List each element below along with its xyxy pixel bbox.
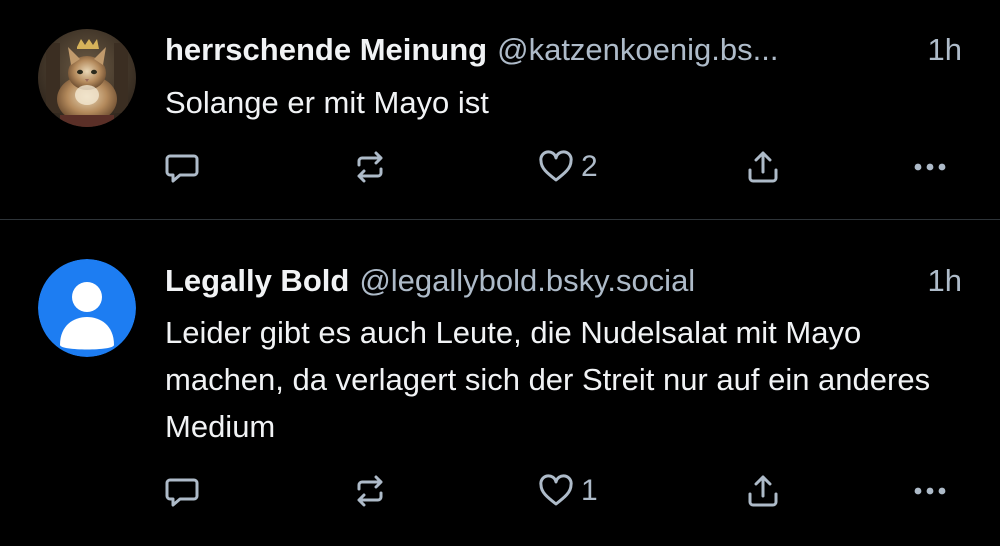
post-item[interactable]: Legally Bold @legallybold.bsky.social 1h… xyxy=(0,220,1000,546)
repost-icon xyxy=(357,151,383,183)
more-options-button[interactable] xyxy=(910,142,950,192)
post-text: Solange er mit Mayo ist xyxy=(165,85,489,120)
like-count: 1 xyxy=(581,474,598,507)
repost-icon xyxy=(357,475,383,507)
author-display-name[interactable]: Legally Bold xyxy=(165,259,349,303)
share-button[interactable] xyxy=(744,466,782,516)
share-icon xyxy=(748,151,778,183)
author-handle[interactable]: @legallybold.bsky.social xyxy=(359,259,907,303)
heart-icon xyxy=(539,474,573,506)
like-count: 2 xyxy=(581,150,598,183)
heart-icon xyxy=(539,150,573,182)
default-user-avatar xyxy=(38,259,136,357)
share-button[interactable] xyxy=(744,142,782,192)
post-actions: 1 xyxy=(0,466,1000,516)
post-feed: herrschende Meinung @katzenkoenig.bs... … xyxy=(0,0,1000,546)
avatar[interactable] xyxy=(38,259,136,357)
reply-icon xyxy=(165,154,199,183)
more-options-icon xyxy=(914,163,946,171)
post-actions: 2 xyxy=(0,142,1000,192)
avatar[interactable] xyxy=(38,29,136,127)
post-timestamp[interactable]: 1h xyxy=(928,259,962,303)
like-button[interactable]: 2 xyxy=(537,142,598,192)
like-button[interactable]: 1 xyxy=(537,466,598,516)
post-text: Leider gibt es auch Leute, die Nudelsala… xyxy=(165,315,931,444)
post-header: Legally Bold @legallybold.bsky.social 1h xyxy=(165,259,962,303)
more-options-button[interactable] xyxy=(910,466,950,516)
reply-button[interactable] xyxy=(163,142,201,192)
cat-photo-avatar xyxy=(38,29,136,127)
share-icon xyxy=(748,475,778,507)
repost-button[interactable] xyxy=(351,142,389,192)
reply-icon xyxy=(165,478,199,507)
post-header: herrschende Meinung @katzenkoenig.bs... … xyxy=(165,28,962,72)
post-item[interactable]: herrschende Meinung @katzenkoenig.bs... … xyxy=(0,0,1000,219)
author-handle[interactable]: @katzenkoenig.bs... xyxy=(497,28,907,72)
post-timestamp[interactable]: 1h xyxy=(928,28,962,72)
repost-button[interactable] xyxy=(351,466,389,516)
more-options-icon xyxy=(914,487,946,495)
reply-button[interactable] xyxy=(163,466,201,516)
author-display-name[interactable]: herrschende Meinung xyxy=(165,28,487,72)
